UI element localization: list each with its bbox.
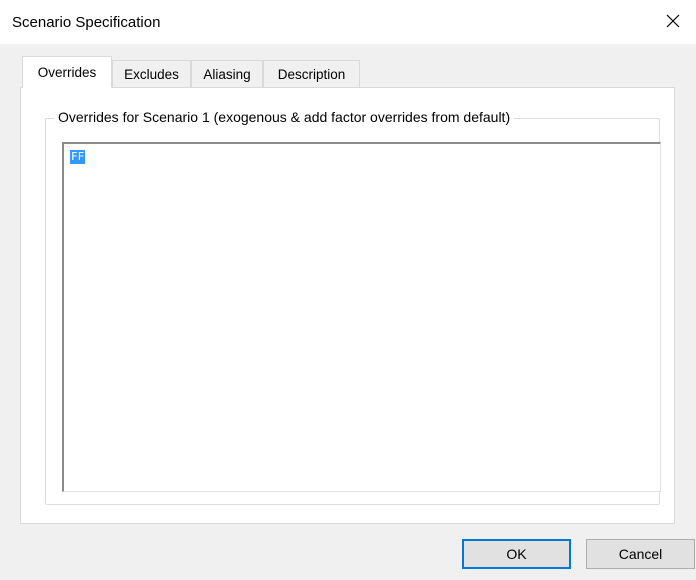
tab-label: Aliasing — [203, 66, 251, 82]
tab-excludes[interactable]: Excludes — [112, 60, 191, 87]
close-icon — [666, 14, 680, 31]
title-bar[interactable]: Scenario Specification — [0, 0, 696, 44]
window-title: Scenario Specification — [12, 14, 161, 31]
overrides-groupbox: Overrides for Scenario 1 (exogenous & ad… — [45, 109, 661, 505]
close-button[interactable] — [650, 0, 696, 44]
dialog-window: Scenario Specification Overrides Exclude… — [0, 0, 696, 580]
cancel-button[interactable]: Cancel — [586, 539, 695, 569]
cancel-button-label: Cancel — [618, 546, 663, 562]
overrides-panel: Overrides for Scenario 1 (exogenous & ad… — [20, 87, 675, 524]
overrides-text-area[interactable]: FF — [62, 142, 661, 492]
tab-label: Overrides — [37, 64, 97, 80]
tab-label: Description — [277, 66, 346, 82]
tab-label: Excludes — [124, 66, 179, 82]
ok-button-label: OK — [506, 546, 527, 562]
tab-description[interactable]: Description — [263, 60, 360, 87]
overrides-group-label: Overrides for Scenario 1 (exogenous & ad… — [54, 109, 515, 125]
selected-text: FF — [70, 150, 86, 164]
ok-button[interactable]: OK — [462, 539, 571, 569]
tab-aliasing[interactable]: Aliasing — [191, 60, 263, 87]
tab-overrides[interactable]: Overrides — [22, 56, 112, 88]
